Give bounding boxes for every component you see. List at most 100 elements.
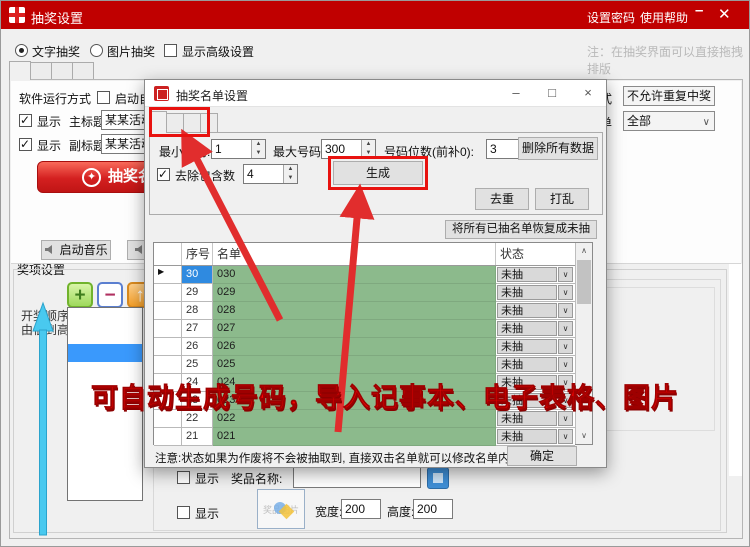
- table-row[interactable]: 30 030 未抽∨: [154, 266, 575, 284]
- dialog-tab[interactable]: [183, 113, 201, 133]
- main-tab[interactable]: [30, 62, 52, 80]
- table-row[interactable]: 26 026 未抽∨: [154, 338, 575, 356]
- radio-image-lottery[interactable]: [90, 44, 103, 57]
- prize-list-item[interactable]: [68, 344, 142, 362]
- name-cell[interactable]: 030: [213, 266, 496, 284]
- seq-cell[interactable]: 30: [182, 266, 213, 284]
- list-filter-select[interactable]: 全部: [623, 111, 715, 131]
- minimize-icon[interactable]: –: [695, 2, 703, 19]
- name-cell[interactable]: 029: [213, 284, 496, 302]
- row-selector-cell[interactable]: [154, 320, 182, 338]
- main-tab[interactable]: [72, 62, 94, 80]
- name-cell[interactable]: 021: [213, 428, 496, 446]
- spin-down-icon[interactable]: ▼: [362, 149, 375, 158]
- main-tab[interactable]: [51, 62, 73, 80]
- prize-name-style-button[interactable]: [427, 467, 449, 489]
- advanced-settings-checkbox[interactable]: [164, 44, 177, 57]
- restore-all-button[interactable]: 将所有已抽名单恢复成未抽: [445, 220, 597, 239]
- show-main-title-checkbox[interactable]: [19, 114, 32, 127]
- spin-up-icon[interactable]: ▲: [284, 165, 297, 174]
- delete-all-button[interactable]: 删除所有数据: [518, 137, 598, 160]
- generate-button[interactable]: 生成: [333, 161, 423, 185]
- scroll-up-icon[interactable]: ∧: [576, 243, 592, 259]
- min-number-stepper[interactable]: 1▲▼: [211, 139, 266, 159]
- height-input[interactable]: 200: [413, 499, 453, 519]
- dialog-tab[interactable]: [149, 111, 167, 133]
- spin-up-icon[interactable]: ▲: [252, 140, 265, 149]
- scroll-down-icon[interactable]: ∨: [576, 428, 592, 444]
- row-selector-cell[interactable]: [154, 302, 182, 320]
- help-button[interactable]: 使用帮助: [640, 9, 688, 26]
- seq-cell[interactable]: 26: [182, 338, 213, 356]
- exclude-stepper[interactable]: 4▲▼: [243, 164, 298, 184]
- spin-down-icon[interactable]: ▼: [284, 174, 297, 183]
- show-sub-title-checkbox[interactable]: [19, 138, 32, 151]
- scroll-thumb[interactable]: [577, 260, 591, 304]
- table-row[interactable]: 27 027 未抽∨: [154, 320, 575, 338]
- prize-image-button[interactable]: 奖品图片: [257, 489, 305, 529]
- annotation-caption: 可自动生成号码，导入记事本、电子表格、图片: [91, 376, 679, 415]
- row-selector-cell[interactable]: [154, 356, 182, 374]
- ok-button[interactable]: 确定: [507, 446, 577, 466]
- right-panel-strip: [729, 264, 742, 476]
- name-cell[interactable]: 025: [213, 356, 496, 374]
- name-cell[interactable]: 026: [213, 338, 496, 356]
- show-prize-image-checkbox[interactable]: [177, 506, 190, 519]
- spin-down-icon[interactable]: ▼: [252, 149, 265, 158]
- chevron-down-icon[interactable]: ∨: [558, 429, 573, 444]
- seq-cell[interactable]: 28: [182, 302, 213, 320]
- show-prize-name-checkbox[interactable]: [177, 471, 190, 484]
- win-mode-select[interactable]: 不允许重复中奖: [623, 86, 715, 106]
- start-music-button[interactable]: 启动音乐: [41, 240, 111, 260]
- status-cell[interactable]: 未抽∨: [496, 428, 575, 446]
- status-cell[interactable]: 未抽∨: [496, 302, 575, 320]
- prize-list-item[interactable]: [68, 308, 142, 326]
- seq-cell[interactable]: 29: [182, 284, 213, 302]
- prize-list-item[interactable]: [68, 326, 142, 344]
- status-cell[interactable]: 未抽∨: [496, 284, 575, 302]
- width-input[interactable]: 200: [341, 499, 381, 519]
- dialog-tab[interactable]: [200, 113, 218, 133]
- row-selector-cell[interactable]: [154, 284, 182, 302]
- chevron-down-icon[interactable]: ∨: [558, 303, 573, 318]
- close-icon[interactable]: ✕: [718, 5, 731, 23]
- chevron-down-icon[interactable]: ∨: [558, 321, 573, 336]
- table-row[interactable]: 28 028 未抽∨: [154, 302, 575, 320]
- dialog-minimize-icon[interactable]: –: [507, 85, 525, 100]
- status-cell[interactable]: 未抽∨: [496, 320, 575, 338]
- shuffle-button[interactable]: 打乱: [535, 188, 589, 210]
- dialog-maximize-icon[interactable]: □: [543, 85, 561, 100]
- set-password-button[interactable]: 设置密码: [587, 9, 635, 26]
- radio-text-lottery[interactable]: [15, 44, 28, 57]
- add-prize-button[interactable]: +: [67, 282, 93, 308]
- status-cell[interactable]: 未抽∨: [496, 266, 575, 284]
- exclude-checkbox[interactable]: [157, 168, 170, 181]
- row-selector-cell[interactable]: [154, 266, 182, 284]
- status-cell[interactable]: 未抽∨: [496, 356, 575, 374]
- chevron-down-icon[interactable]: ∨: [558, 339, 573, 354]
- table-row[interactable]: 25 025 未抽∨: [154, 356, 575, 374]
- autostart-checkbox[interactable]: [97, 91, 110, 104]
- dedupe-button[interactable]: 去重: [475, 188, 529, 210]
- dialog-close-icon[interactable]: ×: [579, 85, 597, 100]
- row-selector-cell[interactable]: [154, 338, 182, 356]
- prize-name-input[interactable]: [293, 466, 421, 488]
- dialog-tab[interactable]: [166, 113, 184, 133]
- table-row[interactable]: 29 029 未抽∨: [154, 284, 575, 302]
- chevron-down-icon[interactable]: ∨: [558, 267, 573, 282]
- seq-cell[interactable]: 27: [182, 320, 213, 338]
- remove-prize-button[interactable]: −: [97, 282, 123, 308]
- main-tab[interactable]: [9, 61, 31, 80]
- row-selector-cell[interactable]: [154, 428, 182, 446]
- name-cell[interactable]: 028: [213, 302, 496, 320]
- chevron-down-icon[interactable]: ∨: [558, 285, 573, 300]
- table-row[interactable]: 21 021 未抽∨: [154, 428, 575, 446]
- chevron-down-icon[interactable]: ∨: [558, 357, 573, 372]
- max-number-stepper[interactable]: 300▲▼: [321, 139, 376, 159]
- status-cell[interactable]: 未抽∨: [496, 338, 575, 356]
- name-cell[interactable]: 027: [213, 320, 496, 338]
- spin-up-icon[interactable]: ▲: [362, 140, 375, 149]
- seq-cell[interactable]: 21: [182, 428, 213, 446]
- show-prize-name-label: 显示: [195, 470, 219, 487]
- seq-cell[interactable]: 25: [182, 356, 213, 374]
